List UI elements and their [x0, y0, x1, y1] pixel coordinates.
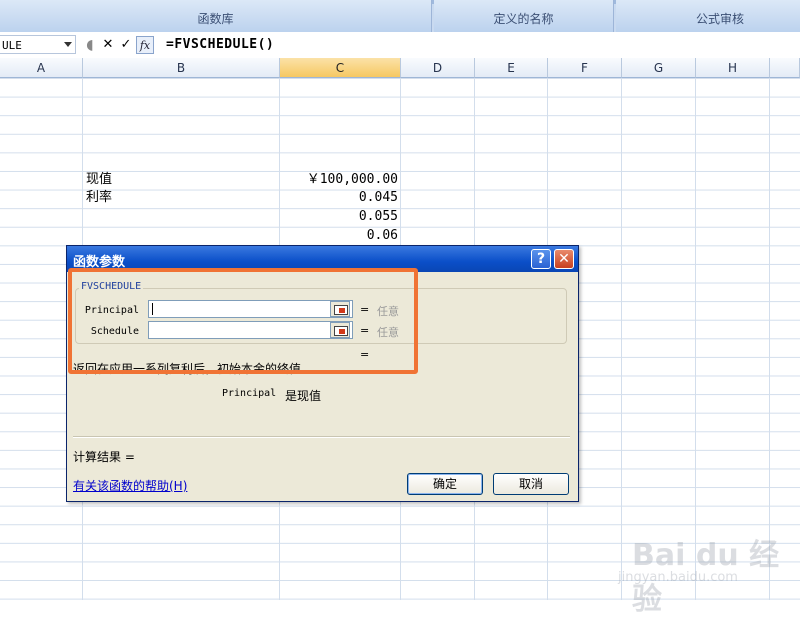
- ribbon-group-function-library[interactable]: 函数库: [0, 0, 432, 32]
- principal-collapse-icon[interactable]: [330, 301, 350, 317]
- cell-c-rate-1[interactable]: 0.045: [282, 189, 398, 207]
- formula-input[interactable]: =FVSCHEDULE(): [166, 37, 274, 52]
- confirm-edit-icon[interactable]: ✓: [118, 37, 134, 53]
- ribbon-group-bar: 函数库 定义的名称 公式审核: [0, 0, 800, 32]
- column-header-e[interactable]: E: [475, 58, 548, 78]
- ribbon-group-formula-auditing[interactable]: 公式审核: [616, 0, 800, 32]
- cell-b-rate[interactable]: 利率: [86, 189, 112, 207]
- function-arguments-dialog: 函数参数 ? ✕ FVSCHEDULE Principal = 任意 Sched…: [66, 245, 579, 502]
- insert-function-button[interactable]: fx: [136, 36, 154, 54]
- help-icon[interactable]: ?: [531, 249, 551, 269]
- column-header-d[interactable]: D: [401, 58, 475, 78]
- column-header-g[interactable]: G: [622, 58, 696, 78]
- cancel-button[interactable]: 取消: [493, 473, 569, 495]
- gridline: [695, 78, 696, 600]
- column-header-next[interactable]: [770, 58, 800, 78]
- function-result-equals: =: [360, 348, 370, 361]
- function-description: 返回在应用一系列复利后，初始本金的终值: [73, 362, 302, 376]
- column-header-a[interactable]: A: [0, 58, 83, 78]
- principal-label: Principal: [84, 305, 139, 316]
- cell-b-present-value[interactable]: 现值: [86, 171, 112, 189]
- name-box-dropdown-icon[interactable]: [64, 42, 72, 47]
- function-name-label: FVSCHEDULE: [79, 281, 144, 292]
- ribbon-group-label: 定义的名称: [493, 12, 554, 26]
- cell-c-present-value[interactable]: ￥100,000.00: [282, 171, 398, 189]
- param-name: Principal: [222, 388, 277, 399]
- function-help-link[interactable]: 有关该函数的帮助(H): [73, 477, 187, 494]
- gridline: [769, 78, 770, 600]
- formula-bar: ULE ◖ ✕ ✓ fx =FVSCHEDULE(): [0, 32, 800, 59]
- formula-options-icon[interactable]: ◖: [82, 37, 98, 53]
- ribbon-group-defined-names[interactable]: 定义的名称: [434, 0, 614, 32]
- schedule-input[interactable]: [148, 321, 353, 339]
- calc-result: 计算结果 =: [73, 450, 135, 464]
- param-description: 是现值: [285, 389, 322, 403]
- schedule-collapse-icon[interactable]: [330, 322, 350, 338]
- dialog-title: 函数参数: [73, 255, 126, 270]
- principal-result: 任意: [377, 305, 399, 318]
- ok-button[interactable]: 确定: [407, 473, 483, 495]
- column-header-c[interactable]: C: [280, 58, 401, 78]
- ribbon-group-label: 函数库: [197, 12, 234, 26]
- principal-input[interactable]: [148, 300, 353, 318]
- dialog-title-bar[interactable]: 函数参数 ? ✕: [67, 246, 578, 272]
- schedule-result: 任意: [377, 326, 399, 339]
- close-icon[interactable]: ✕: [554, 249, 574, 269]
- schedule-label: Schedule: [90, 326, 139, 337]
- column-header-f[interactable]: F: [548, 58, 622, 78]
- divider: [73, 436, 570, 438]
- cell-c-rate-3[interactable]: 0.06: [282, 227, 398, 245]
- cell-c-rate-2[interactable]: 0.055: [282, 208, 398, 226]
- gridline: [621, 78, 622, 600]
- cancel-edit-icon[interactable]: ✕: [100, 37, 116, 53]
- principal-equals: =: [360, 303, 370, 316]
- column-header-h[interactable]: H: [696, 58, 770, 78]
- schedule-equals: =: [360, 324, 370, 337]
- column-header-b[interactable]: B: [83, 58, 280, 78]
- text-caret: [152, 303, 153, 315]
- ribbon-group-label: 公式审核: [696, 12, 745, 26]
